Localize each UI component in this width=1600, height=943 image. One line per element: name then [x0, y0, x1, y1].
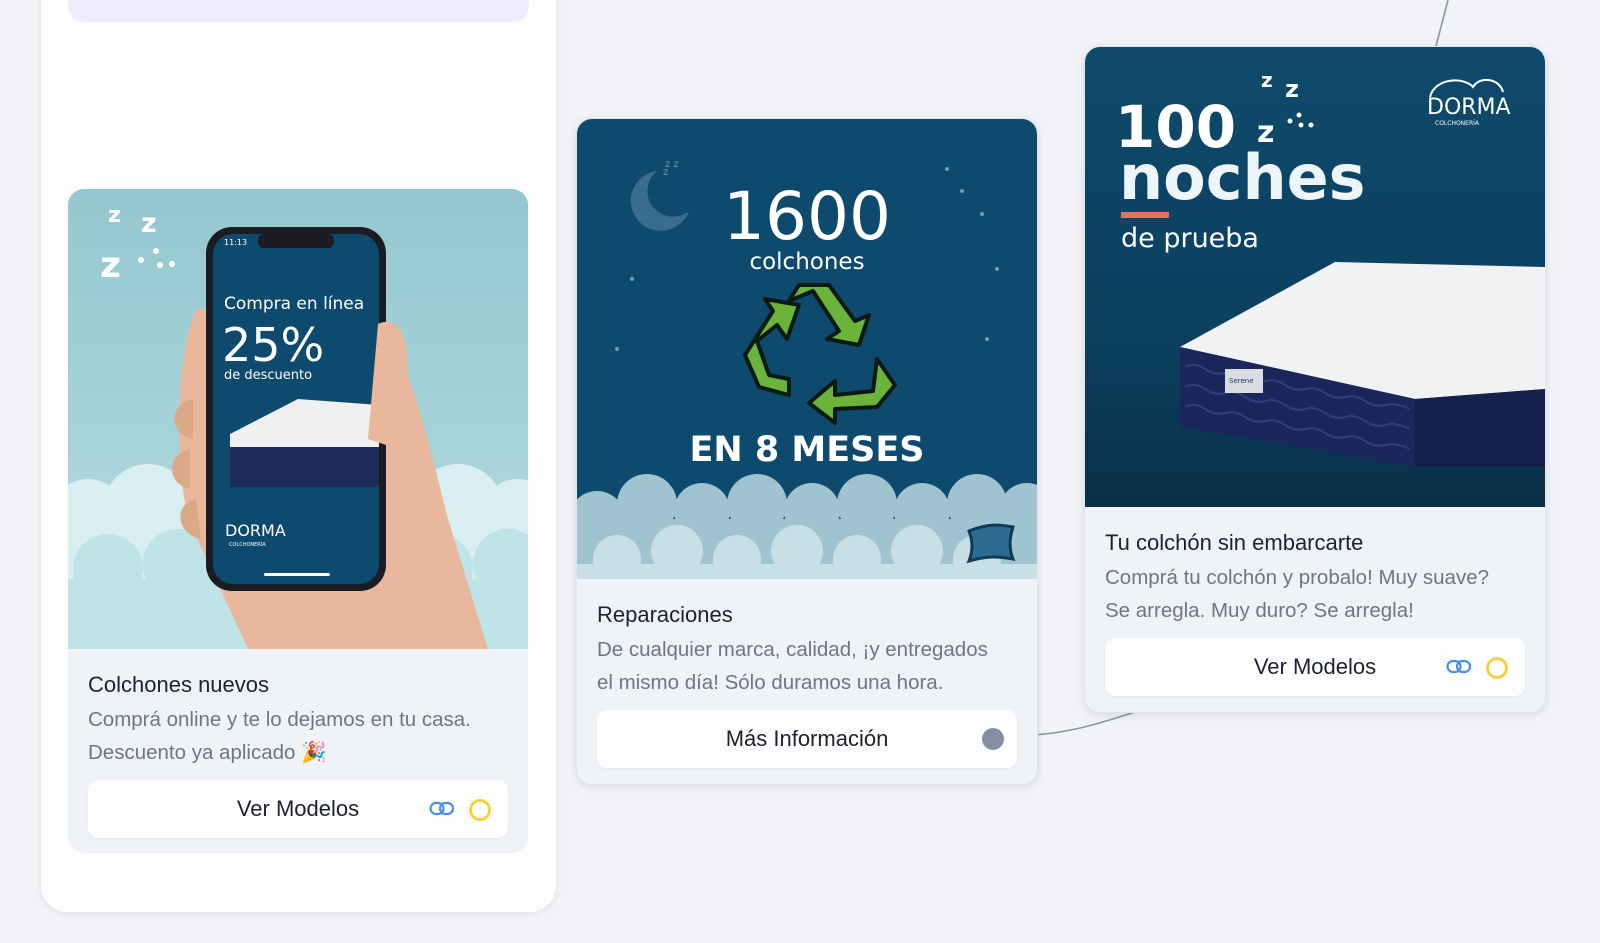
top-option-pill[interactable] [68, 0, 529, 22]
card-title: Reparaciones [597, 602, 733, 627]
svg-text:z: z [1285, 75, 1299, 103]
svg-text:z: z [100, 245, 121, 286]
phone-brand: DORMA [225, 521, 286, 540]
ver-modelos-button[interactable]: Ver Modelos [88, 780, 508, 838]
ver-modelos-button[interactable]: Ver Modelos [1105, 638, 1525, 696]
card-description: Comprá tu colchón y probalo! Muy suave? … [1105, 566, 1490, 622]
card-colchones-nuevos[interactable]: z z z 11:13 Compra en línea 25% de descu… [68, 189, 528, 853]
svg-text:z: z [1261, 68, 1273, 92]
party-popper-icon: 🎉 [301, 741, 327, 764]
svg-text:COLCHONERÍA: COLCHONERÍA [1435, 120, 1480, 127]
link-icon[interactable] [1446, 658, 1472, 676]
svg-text:z: z [141, 208, 157, 239]
card-title: Colchones nuevos [88, 672, 270, 697]
image-subtitle: de prueba [1121, 223, 1259, 254]
card-image-1600-colchones: z z z 1600 colchones EN 8 MESES [577, 119, 1037, 579]
svg-text:Serene: Serene [1229, 377, 1254, 385]
mas-informacion-button[interactable]: Más Información [597, 710, 1017, 768]
svg-text:z: z [663, 167, 668, 178]
card-tu-colchon[interactable]: 100 z z z noches de prueba DORMA COLCHON… [1084, 46, 1546, 713]
phone-time: 11:13 [224, 238, 247, 247]
card-image-compra-online: z z z 11:13 Compra en línea 25% de descu… [68, 189, 528, 649]
status-ring-icon[interactable] [1486, 657, 1508, 679]
connector-port-dot[interactable] [982, 728, 1004, 750]
big-number: 1600 [723, 178, 891, 255]
card-image-100-noches: 100 z z z noches de prueba DORMA COLCHON… [1085, 47, 1545, 507]
phone-discount: 25% [222, 318, 324, 372]
card-reparaciones[interactable]: z z z 1600 colchones EN 8 MESES Reparaci… [576, 118, 1038, 785]
brand-logo: DORMA [1427, 95, 1511, 120]
pillow-icon [966, 523, 1016, 564]
link-icon[interactable] [429, 800, 455, 818]
phone-headline: Compra en línea [224, 294, 364, 314]
connector-line-top [1435, 0, 1449, 47]
image-bottom-text: EN 8 MESES [690, 430, 925, 470]
svg-text:COLCHONERÍA: COLCHONERÍA [229, 541, 266, 548]
card-title: Tu colchón sin embarcarte [1105, 530, 1364, 555]
status-ring-icon[interactable] [469, 799, 491, 821]
phone-discount-sub: de descuento [224, 368, 312, 383]
accent-bar [1121, 212, 1169, 218]
card-description: Comprá online y te lo dejamos en tu casa… [88, 708, 471, 764]
image-headline: noches [1119, 141, 1366, 214]
image-subtitle: colchones [749, 249, 864, 275]
card-description: De cualquier marca, calidad, ¡y entregad… [597, 638, 988, 694]
svg-text:z: z [108, 203, 121, 228]
